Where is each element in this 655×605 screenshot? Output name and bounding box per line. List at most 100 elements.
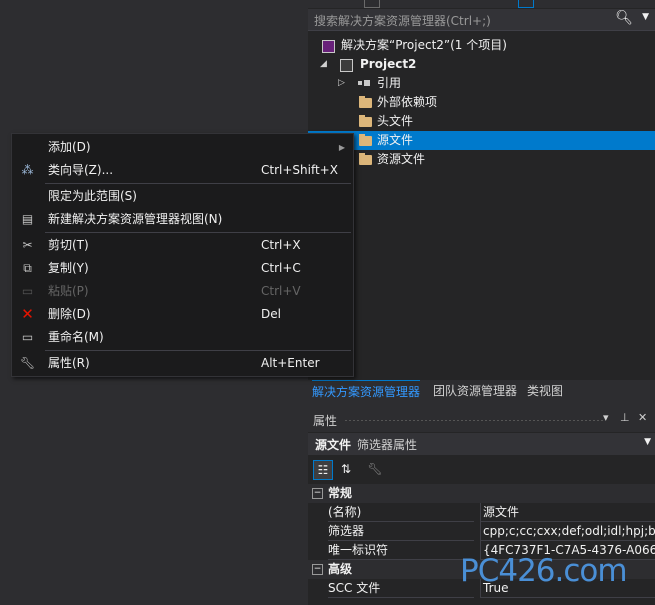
pin-icon[interactable]: ⊥	[620, 411, 630, 424]
chevron-down-icon[interactable]: ▼	[644, 437, 651, 447]
tree-item-external-deps[interactable]: 外部依赖项	[308, 93, 655, 112]
property-row[interactable]: 筛选器 cpp;c;cc;cxx;def;odl;idl;hpj;bat;	[308, 522, 655, 541]
properties-header: 属性 ▾ ⊥ ✕	[308, 408, 655, 432]
tree-item-references[interactable]: ▷ 引用	[308, 74, 655, 93]
tree-item-label: 头文件	[377, 114, 414, 128]
menu-item-label: 属性(R)	[48, 356, 90, 370]
menu-item-paste[interactable]: ▭ 粘贴(P) Ctrl+V	[12, 280, 353, 303]
categorized-icon[interactable]: ☷	[313, 460, 333, 480]
category-label: 高级	[328, 562, 353, 576]
menu-item-delete[interactable]: ✕ 删除(D) Del	[12, 303, 353, 326]
watermark-text: PC426.com	[460, 553, 628, 589]
context-menu: 添加(D) ▶ ⁂ 类向导(Z)... Ctrl+Shift+X 限定为此范围(…	[11, 133, 354, 377]
wrench-icon[interactable]: 🔧︎	[366, 460, 384, 478]
menu-item-rename[interactable]: ▭ 重命名(M)	[12, 326, 353, 349]
menu-item-label: 类向导(Z)...	[48, 163, 114, 177]
menu-item-label: 剪切(T)	[48, 238, 89, 252]
tree-item-resource-files[interactable]: 资源文件	[308, 150, 655, 169]
tab-team-explorer[interactable]: 团队资源管理器	[433, 380, 517, 402]
rename-icon: ▭	[21, 330, 34, 344]
toolbar-button-icon[interactable]	[364, 0, 380, 8]
property-row[interactable]: (名称) 源文件	[308, 503, 655, 522]
property-key: (名称)	[328, 503, 474, 522]
search-icon[interactable]: 🔍︎	[615, 10, 633, 26]
tree-item-header-files[interactable]: 头文件	[308, 112, 655, 131]
tree-item-label: 源文件	[377, 133, 414, 147]
menu-item-new-view[interactable]: ▤ 新建解决方案资源管理器视图(N)	[12, 208, 353, 231]
property-value[interactable]: cpp;c;cc;cxx;def;odl;idl;hpj;bat;	[480, 522, 655, 541]
watermark-logo: PC426.com	[460, 553, 650, 597]
chevron-down-icon[interactable]: ▼	[642, 12, 649, 22]
solution-icon	[322, 40, 335, 53]
drag-grip[interactable]	[344, 419, 604, 422]
tree-item-project[interactable]: ◢ Project2	[308, 55, 655, 74]
properties-title: 属性	[313, 414, 338, 428]
menu-item-shortcut: Alt+Enter	[261, 356, 320, 370]
tree-item-solution[interactable]: 解决方案“Project2”(1 个项目)	[308, 36, 655, 55]
menu-item-properties[interactable]: 🔧︎ 属性(R) Alt+Enter	[12, 352, 353, 375]
object-selector[interactable]: 源文件 筛选器属性 ▼	[308, 433, 655, 455]
expanded-arrow-icon[interactable]: ◢	[320, 55, 327, 74]
collapse-icon[interactable]: −	[312, 488, 323, 499]
tab-class-view[interactable]: 类视图	[527, 380, 563, 402]
tree-item-label: 外部依赖项	[377, 95, 438, 109]
class-wizard-icon: ⁂	[21, 163, 34, 177]
project-icon	[340, 59, 353, 72]
folder-icon	[359, 115, 372, 127]
solution-explorer-toolbar	[308, 0, 655, 8]
panel-tabs: 解决方案资源管理器 团队资源管理器 类视图	[308, 380, 655, 403]
property-value[interactable]: 源文件	[480, 503, 655, 522]
menu-item-label: 复制(Y)	[48, 261, 89, 275]
property-key: SCC 文件	[328, 579, 474, 598]
menu-item-cut[interactable]: ✂ 剪切(T) Ctrl+X	[12, 234, 353, 257]
object-name: 源文件	[315, 438, 352, 452]
wrench-icon: 🔧︎	[20, 356, 36, 370]
solution-explorer: 搜索解决方案资源管理器(Ctrl+;) 🔍︎ ▼ 解决方案“Project2”(…	[308, 0, 655, 402]
menu-item-add[interactable]: 添加(D) ▶	[12, 136, 353, 159]
menu-item-class-wizard[interactable]: ⁂ 类向导(Z)... Ctrl+Shift+X	[12, 159, 353, 182]
tree-item-source-files[interactable]: 源文件	[308, 131, 655, 150]
tree-item-label: 解决方案“Project2”(1 个项目)	[341, 38, 507, 52]
collapse-icon[interactable]: −	[312, 564, 323, 575]
collapsed-arrow-icon[interactable]: ▷	[338, 74, 345, 93]
tree-item-label: 资源文件	[377, 152, 426, 166]
menu-item-shortcut: Del	[261, 307, 281, 321]
menu-item-label: 添加(D)	[48, 140, 91, 154]
menu-item-shortcut: Ctrl+Shift+X	[261, 163, 338, 177]
cut-icon: ✂	[22, 238, 33, 252]
category-general[interactable]: − 常规	[308, 484, 655, 503]
tree-item-label: 引用	[377, 76, 402, 90]
folder-icon	[359, 96, 372, 108]
menu-item-label: 限定为此范围(S)	[48, 189, 137, 203]
menu-separator	[45, 232, 351, 233]
tab-solution-explorer[interactable]: 解决方案资源管理器	[312, 380, 421, 403]
search-input[interactable]: 搜索解决方案资源管理器(Ctrl+;)	[314, 12, 491, 29]
tree-item-label: Project2	[360, 57, 417, 71]
menu-item-shortcut: Ctrl+C	[261, 261, 301, 275]
menu-item-label: 重命名(M)	[48, 330, 104, 344]
menu-item-scope[interactable]: 限定为此范围(S)	[12, 185, 353, 208]
menu-item-shortcut: Ctrl+X	[261, 238, 301, 252]
object-type: 筛选器属性	[357, 438, 418, 452]
dropdown-icon[interactable]: ▾	[603, 411, 609, 424]
paste-icon: ▭	[21, 284, 34, 298]
menu-item-copy[interactable]: ⧉ 复制(Y) Ctrl+C	[12, 257, 353, 280]
menu-separator	[45, 183, 351, 184]
new-view-icon: ▤	[21, 212, 34, 226]
category-label: 常规	[328, 486, 353, 500]
menu-separator	[45, 350, 351, 351]
folder-icon	[359, 153, 372, 165]
property-key: 筛选器	[328, 522, 474, 541]
menu-item-label: 粘贴(P)	[48, 284, 89, 298]
close-icon[interactable]: ✕	[638, 411, 647, 424]
menu-item-label: 新建解决方案资源管理器视图(N)	[48, 212, 223, 226]
alphabetical-icon[interactable]: ⇅	[337, 460, 355, 478]
properties-toolbar: ☷ ⇅ 🔧︎	[308, 456, 655, 482]
folder-icon	[359, 134, 372, 146]
toolbar-button-icon[interactable]	[518, 0, 534, 8]
search-box[interactable]: 搜索解决方案资源管理器(Ctrl+;) 🔍︎ ▼	[308, 9, 655, 31]
menu-item-shortcut: Ctrl+V	[261, 284, 301, 298]
property-key: 唯一标识符	[328, 541, 474, 560]
menu-item-label: 删除(D)	[48, 307, 91, 321]
copy-icon: ⧉	[23, 261, 32, 275]
